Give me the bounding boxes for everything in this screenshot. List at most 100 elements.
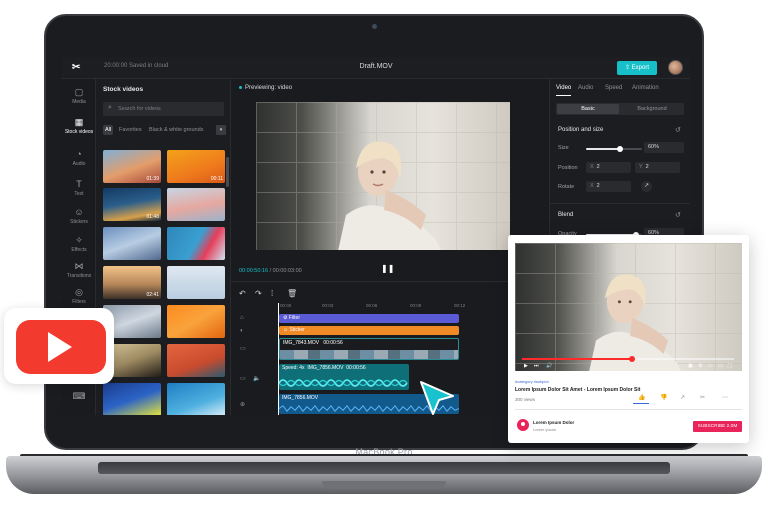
channel-name[interactable]: Lorem Ipsum Dolor	[533, 420, 574, 425]
delete-icon[interactable]: 🗑	[287, 289, 297, 298]
rail-item-filters[interactable]: ◎ Filters	[62, 287, 96, 305]
stock-thumbnail[interactable]: 01:39	[103, 150, 161, 183]
stock-thumbnail[interactable]	[167, 188, 225, 221]
size-label: Size	[558, 145, 569, 151]
audio-clip-label: Speed: 4x IMG_7856.MOV 00:00:56	[282, 365, 366, 371]
rail-item-media[interactable]: ▢ Media	[62, 87, 96, 105]
miniplayer-icon[interactable]: ▭	[708, 363, 713, 369]
pause-icon[interactable]: ❚❚	[381, 264, 394, 274]
rotate-field[interactable]: X2	[586, 181, 631, 192]
camera	[372, 24, 377, 29]
audio-icon: ◔	[76, 149, 82, 159]
reset-icon[interactable]: ↺	[675, 126, 681, 134]
rail-item-text[interactable]: T Text	[62, 179, 96, 197]
rotate-label: Rotate	[558, 184, 575, 190]
thumbnail-duration: 02:41	[146, 292, 159, 298]
filter-clip[interactable]: ⚙ Filter	[279, 314, 459, 323]
playhead[interactable]	[278, 303, 279, 415]
share-icon[interactable]: ↗	[680, 394, 685, 401]
undo-icon[interactable]: ↶	[239, 289, 246, 298]
stock-search: ⌕	[103, 102, 224, 116]
chevron-down-icon[interactable]: ▾	[216, 125, 226, 135]
channel-avatar[interactable]	[517, 419, 529, 431]
search-input[interactable]	[118, 104, 218, 114]
live-dot	[239, 85, 242, 89]
segment-basic[interactable]: Basic	[557, 104, 619, 114]
sticker-clip[interactable]: ☺ Sticker	[279, 326, 459, 335]
like-icon[interactable]: 👍	[638, 394, 645, 401]
lock-icon[interactable]: ⌂	[240, 315, 244, 321]
size-slider[interactable]	[586, 146, 642, 152]
export-button[interactable]: ⇪ Export	[617, 61, 657, 75]
rail-item-effects[interactable]: ✧ Effects	[62, 235, 96, 253]
dislike-icon[interactable]: 👎	[660, 394, 667, 401]
tab-speed[interactable]: Speed	[605, 85, 622, 91]
stock-thumbnail[interactable]	[167, 344, 225, 377]
stock-thumbnail[interactable]	[167, 266, 225, 299]
position-x-field[interactable]: X2	[586, 162, 631, 173]
rotate-dial-icon[interactable]: ↗	[641, 181, 652, 192]
blend-reset-icon[interactable]: ↺	[675, 211, 681, 219]
stock-thumbnail[interactable]: 02:41	[103, 266, 161, 299]
tab-animation[interactable]: Animation	[632, 85, 659, 91]
tab-audio[interactable]: Audio	[578, 85, 593, 91]
clip2-duration: 00:00:56	[346, 365, 366, 371]
video-views: 300 views	[515, 397, 536, 402]
tab-video[interactable]: Video	[556, 85, 572, 96]
rail-item-audio[interactable]: ◔ Audio	[62, 149, 96, 167]
rail-item-label: Stock videos	[64, 129, 94, 135]
volume-icon[interactable]: 🔊	[546, 363, 552, 369]
preview-label: Previewing: video	[239, 85, 292, 91]
audio-track-icon[interactable]: ▭	[240, 375, 246, 382]
search-icon: ⌕	[108, 104, 112, 111]
settings-icon[interactable]: ⚙	[698, 363, 702, 369]
video-track-icon[interactable]: ▭	[240, 345, 246, 352]
stock-thumbnail[interactable]	[167, 305, 225, 338]
filter-chip-bw[interactable]: Black & white grounds	[147, 125, 215, 135]
audio-clip-speed[interactable]: Speed: 4x IMG_7856.MOV 00:00:56	[279, 364, 409, 390]
clip-icon[interactable]: ✂	[700, 394, 705, 401]
size-value-field[interactable]: 60%	[644, 142, 684, 153]
subscribe-button[interactable]: SUBSCRIBE 2.0M	[693, 421, 742, 432]
next-icon[interactable]: ⏭	[534, 363, 539, 369]
stock-thumbnail[interactable]	[167, 383, 225, 415]
preview-panel: Previewing: video 00:00:50:16 / 00:00:03…	[231, 79, 549, 281]
stock-thumbnail[interactable]	[103, 383, 161, 415]
clip2-name: IMG_7856.MOV	[307, 365, 344, 371]
sticker-track-icon[interactable]: ◐	[240, 328, 244, 334]
stock-thumbnail[interactable]: 00:11	[167, 150, 225, 183]
sticker-icon: ☺	[283, 327, 290, 333]
more-icon[interactable]: ⋯	[722, 394, 728, 401]
theater-icon[interactable]: ▭	[718, 363, 723, 369]
stock-thumbnail[interactable]: 01:48	[103, 188, 161, 221]
filter-chip-favorites[interactable]: Favorites	[117, 125, 144, 135]
rotate-value: 2	[596, 183, 600, 189]
youtube-progress-bar[interactable]	[522, 356, 734, 362]
position-y-field[interactable]: Y2	[635, 162, 680, 173]
user-avatar[interactable]	[668, 60, 683, 75]
position-x-value: 2	[596, 164, 600, 170]
stock-thumbnail[interactable]	[103, 227, 161, 260]
cc-icon[interactable]: ▣	[688, 363, 693, 369]
rail-item-stock-videos[interactable]: ▦ Stock videos	[62, 117, 96, 135]
volume-icon[interactable]: 🔈	[253, 375, 260, 382]
add-track-icon[interactable]: ⊕	[240, 401, 245, 408]
rail-item-stickers[interactable]: ☺ Stickers	[62, 207, 96, 225]
split-icon[interactable]: ⁞	[271, 289, 273, 298]
size-slider-knob[interactable]	[616, 146, 623, 152]
redo-icon[interactable]: ↷	[255, 289, 262, 298]
youtube-video[interactable]	[515, 243, 742, 371]
segment-background[interactable]: Background	[621, 104, 683, 114]
filter-icon: ⚙	[283, 315, 289, 321]
filter-chip-all[interactable]: All	[103, 125, 114, 135]
rail-item-transitions[interactable]: ⋈ Transitions	[62, 261, 96, 279]
video-clip[interactable]: IMG_7843.MOV 00:00:56	[279, 338, 459, 360]
play-icon[interactable]: ▶	[524, 363, 528, 369]
panel-scrollbar[interactable]	[226, 157, 229, 187]
cursor-arrow-icon	[420, 381, 454, 415]
stock-thumbnail[interactable]	[167, 227, 225, 260]
video-tags[interactable]: #category #subject	[515, 379, 549, 384]
preview-video[interactable]	[256, 102, 510, 250]
keyboard-shortcuts-icon[interactable]: ⌨	[62, 391, 96, 403]
fullscreen-icon[interactable]: ⛶	[728, 363, 732, 369]
